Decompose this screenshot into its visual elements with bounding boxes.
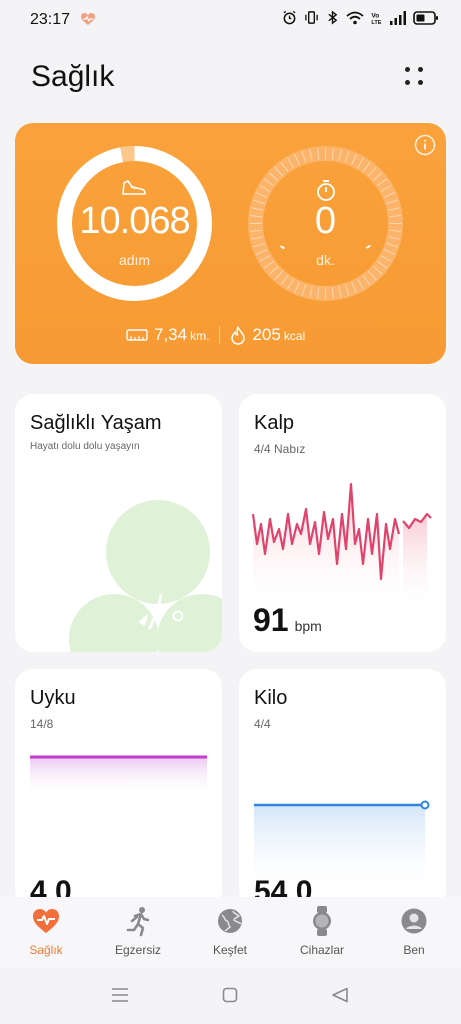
page-title: Sağlık	[31, 60, 115, 93]
alarm-icon	[283, 10, 296, 25]
sleep-card[interactable]: Uyku 14/8 4 0	[15, 669, 222, 909]
heart-rate-card[interactable]: Kalp 4/4 Nabız 91 bpm	[239, 394, 446, 652]
nav-item-exercise[interactable]: Egzersiz	[92, 905, 184, 957]
clover-illustration	[69, 500, 222, 652]
distance-stat: 7,34 km.	[126, 325, 209, 345]
bottom-navigation: Sağlık Egzersiz Keşfet Cihazlar Ben	[0, 897, 461, 967]
nav-label-health: Sağlık	[29, 943, 63, 957]
minutes-unit: dk.	[316, 252, 335, 268]
profile-icon	[401, 908, 427, 934]
calories-stat: 205 kcal	[230, 325, 305, 345]
heart-notification-icon	[81, 13, 95, 25]
status-bar: 23:17 Vo LTE	[0, 0, 461, 40]
svg-text:LTE: LTE	[371, 20, 381, 25]
healthy-living-card[interactable]: Sağlıklı Yaşam Hayatı dolu dolu yaşayın	[15, 394, 222, 652]
more-menu-button[interactable]	[400, 62, 428, 90]
vibrate-icon	[305, 11, 318, 24]
weight-card[interactable]: Kilo 4/4 54 0	[239, 669, 446, 909]
activity-card[interactable]: 10.068 adım 0 dk. 7,34 km. 205 kcal	[15, 123, 446, 364]
nav-item-devices[interactable]: Cihazlar	[276, 905, 368, 957]
home-icon[interactable]	[222, 987, 238, 1003]
calories-value: 205	[252, 325, 281, 344]
minutes-ring[interactable]: 0 dk.	[247, 145, 404, 302]
flame-icon	[231, 325, 246, 345]
calories-unit: kcal	[283, 329, 306, 343]
steps-value: 10.068	[79, 200, 190, 242]
running-icon	[126, 907, 150, 937]
sleep-graph	[30, 755, 207, 797]
heart-rate-reading: 91 bpm	[253, 602, 322, 639]
distance-value: 7,34	[154, 325, 188, 344]
heart-rate-value: 91	[253, 602, 289, 638]
battery-icon	[413, 10, 438, 25]
wifi-icon	[346, 11, 364, 24]
system-navigation-bar	[0, 967, 461, 1024]
distance-unit: km.	[190, 329, 210, 343]
nav-label-exercise: Egzersiz	[114, 943, 161, 957]
steps-unit: adım	[118, 252, 151, 268]
nav-label-me: Ben	[403, 943, 425, 957]
status-icons: Vo LTE	[282, 10, 439, 25]
nav-label-devices: Cihazlar	[299, 943, 344, 957]
heart-rate-unit: bpm	[294, 618, 322, 634]
status-time: 23:17	[30, 11, 71, 28]
activity-stats: 7,34 km. 205 kcal	[126, 325, 305, 345]
heart-pulse-icon	[33, 909, 59, 933]
menu-icon[interactable]	[111, 987, 129, 1003]
back-icon[interactable]	[331, 987, 349, 1003]
nav-item-discover[interactable]: Keşfet	[184, 905, 276, 957]
info-icon[interactable]	[414, 134, 436, 156]
nav-item-me[interactable]: Ben	[368, 905, 460, 957]
watch-icon	[313, 906, 331, 936]
steps-ring[interactable]: 10.068 adım	[56, 145, 213, 302]
signal-icon	[390, 10, 406, 25]
volte-icon: VoLTE	[371, 13, 381, 26]
bluetooth-icon	[328, 10, 338, 25]
nav-label-discover: Keşfet	[212, 943, 248, 957]
ruler-icon	[126, 329, 148, 341]
weight-graph	[254, 800, 430, 895]
nav-item-health[interactable]: Sağlık	[0, 905, 92, 957]
minutes-value: 0	[314, 200, 337, 242]
globe-icon	[218, 909, 242, 933]
svg-text:Vo: Vo	[371, 13, 379, 20]
four-dots-icon	[405, 67, 410, 72]
